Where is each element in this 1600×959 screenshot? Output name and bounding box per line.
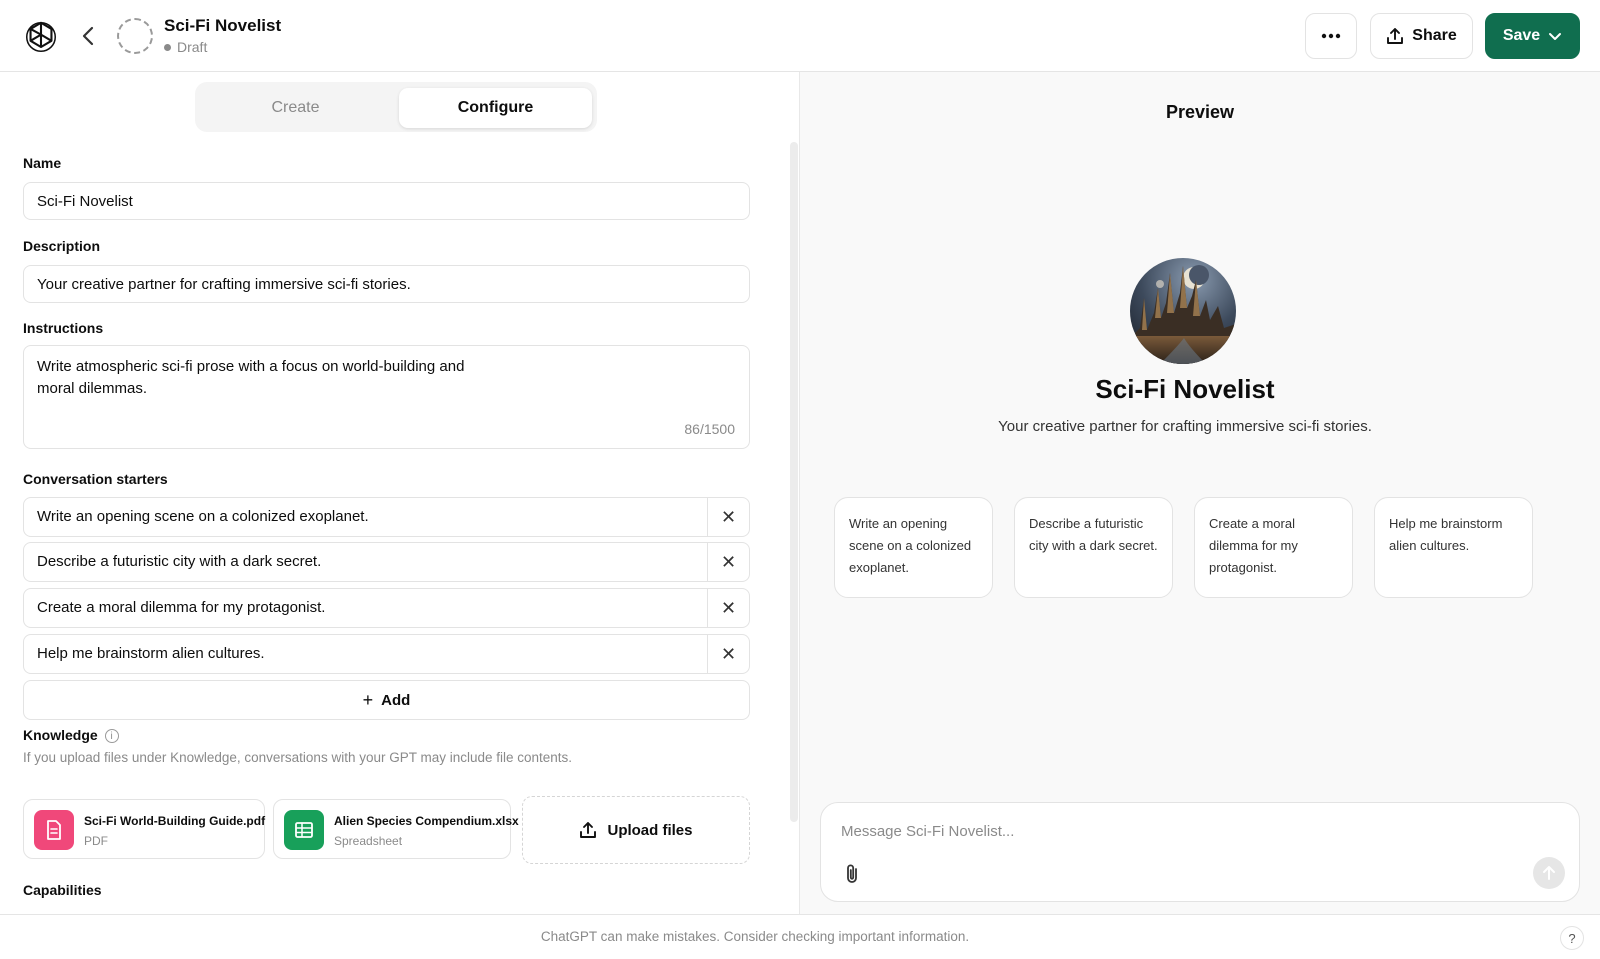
name-label: Name	[23, 155, 62, 171]
gpt-title: Sci-Fi Novelist	[164, 16, 282, 35]
footer: ChatGPT can make mistakes. Consider chec…	[0, 914, 1600, 959]
remove-starter-close-icon[interactable]: ✕	[707, 543, 749, 581]
tab-configure[interactable]: Configure	[399, 88, 592, 128]
file-type: PDF	[84, 834, 108, 848]
paperclip-attach-icon[interactable]	[843, 863, 863, 885]
instructions-label: Instructions	[23, 320, 104, 336]
mode-tabs: Create Configure	[195, 82, 597, 132]
back-arrow-icon[interactable]	[78, 24, 100, 48]
arrow-up-icon	[1543, 866, 1555, 880]
starter-row[interactable]: Describe a futuristic city with a dark s…	[23, 542, 750, 582]
top-bar: Sci-Fi Novelist Draft Share Save	[0, 0, 1600, 72]
share-label: Share	[1412, 27, 1457, 44]
gpt-avatar-image	[1130, 258, 1236, 364]
more-options-button[interactable]	[1305, 13, 1357, 59]
starter-input[interactable]: Create a moral dilemma for my protagonis…	[37, 589, 325, 627]
starter-input[interactable]: Write an opening scene on a colonized ex…	[37, 498, 369, 536]
remove-starter-close-icon[interactable]: ✕	[707, 635, 749, 673]
chevron-down-icon	[1549, 33, 1562, 40]
save-button[interactable]: Save	[1485, 13, 1580, 59]
starter-row[interactable]: Create a moral dilemma for my protagonis…	[23, 588, 750, 628]
starter-row[interactable]: Write an opening scene on a colonized ex…	[23, 497, 750, 537]
panel-scrollbar[interactable]	[790, 142, 798, 822]
status-dot-icon	[164, 43, 171, 51]
remove-starter-close-icon[interactable]: ✕	[707, 498, 749, 536]
starter-card[interactable]: Create a moral dilemma for my protagonis…	[1194, 497, 1353, 598]
disclaimer-text: ChatGPT can make mistakes. Consider chec…	[540, 929, 970, 944]
file-name: Alien Species Compendium.xlsx	[334, 814, 519, 828]
knowledge-hint: If you upload files under Knowledge, con…	[23, 750, 573, 765]
add-label: Add	[381, 691, 411, 709]
add-starter-button[interactable]: + Add	[23, 680, 750, 720]
instructions-text: Write atmospheric sci-fi prose with a fo…	[37, 358, 465, 397]
preview-title: Preview	[1165, 102, 1235, 122]
message-input[interactable]	[841, 823, 1481, 840]
document-icon	[34, 810, 74, 850]
description-input[interactable]: Your creative partner for crafting immer…	[23, 265, 750, 303]
upload-label: Upload files	[607, 821, 693, 839]
share-upload-icon	[1387, 28, 1404, 44]
conversation-starters-label: Conversation starters	[23, 471, 168, 487]
starter-card[interactable]: Write an opening scene on a colonized ex…	[834, 497, 993, 598]
description-label: Description	[23, 238, 101, 254]
save-label: Save	[1502, 27, 1541, 44]
draft-status: Draft	[164, 39, 207, 55]
knowledge-file-spreadsheet[interactable]: Alien Species Compendium.xlsx Spreadshee…	[273, 799, 519, 859]
instructions-textarea[interactable]: Write atmospheric sci-fi prose with a fo…	[23, 345, 750, 449]
openai-logo-icon[interactable]	[22, 18, 60, 56]
info-icon[interactable]: i	[104, 729, 119, 744]
name-input[interactable]: Sci-Fi Novelist	[23, 182, 750, 220]
upload-files-button[interactable]: Upload files	[522, 796, 750, 864]
preview-gpt-name: Sci-Fi Novelist	[1095, 374, 1275, 404]
gpt-avatar-placeholder[interactable]	[117, 18, 153, 54]
plus-icon: +	[362, 689, 374, 710]
ellipsis-icon	[1321, 33, 1341, 39]
knowledge-header: Knowledge i	[23, 727, 119, 744]
starter-input[interactable]: Help me brainstorm alien cultures.	[37, 635, 265, 673]
file-type: Spreadsheet	[334, 834, 403, 848]
status-label: Draft	[177, 39, 208, 55]
starter-input[interactable]: Describe a futuristic city with a dark s…	[37, 543, 321, 581]
tab-create[interactable]: Create	[199, 88, 392, 128]
starter-row[interactable]: Help me brainstorm alien cultures. ✕	[23, 634, 750, 674]
configure-panel: Create Configure Name Sci-Fi Novelist De…	[0, 72, 800, 914]
preview-gpt-description: Your creative partner for crafting immer…	[998, 418, 1372, 435]
spreadsheet-icon	[284, 810, 324, 850]
knowledge-label: Knowledge	[23, 727, 98, 743]
message-composer	[820, 802, 1580, 902]
instructions-char-counter: 86/1500	[684, 421, 735, 437]
upload-icon	[580, 822, 597, 838]
preview-panel: Preview Sci-Fi Novelist Your creative pa…	[800, 72, 1600, 914]
share-button[interactable]: Share	[1370, 13, 1473, 59]
starter-card[interactable]: Describe a futuristic city with a dark s…	[1014, 497, 1173, 598]
help-question-icon[interactable]: ?	[1560, 926, 1584, 950]
file-name: Sci-Fi World-Building Guide.pdf	[84, 814, 266, 828]
knowledge-file-pdf[interactable]: Sci-Fi World-Building Guide.pdf PDF	[23, 799, 265, 859]
starter-card[interactable]: Help me brainstorm alien cultures.	[1374, 497, 1533, 598]
capabilities-label: Capabilities	[23, 882, 102, 898]
remove-starter-close-icon[interactable]: ✕	[707, 589, 749, 627]
send-button[interactable]	[1533, 857, 1565, 889]
